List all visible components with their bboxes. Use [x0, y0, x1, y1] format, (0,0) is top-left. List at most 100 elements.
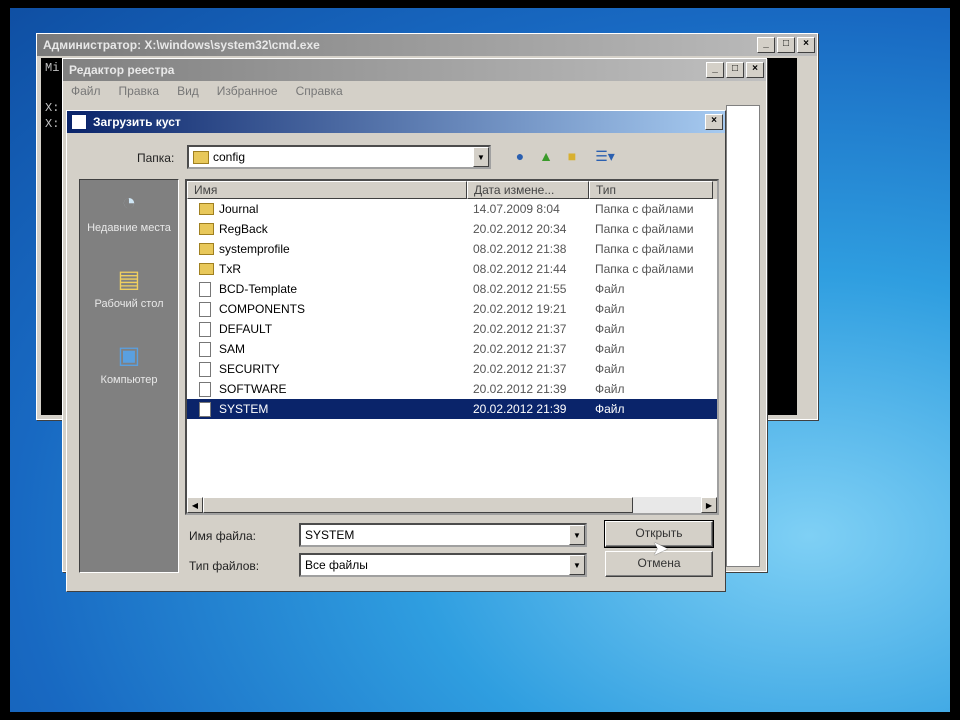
close-icon[interactable]: ×	[705, 114, 723, 130]
place-computer[interactable]: ▣ Компьютер	[80, 340, 178, 387]
filename-value: SYSTEM	[305, 528, 355, 542]
file-type: Папка с файлами	[595, 262, 694, 276]
column-name[interactable]: Имя	[187, 181, 467, 199]
file-name-cell: systemprofile	[187, 242, 467, 256]
up-folder-icon[interactable]: ▲	[536, 147, 556, 165]
chevron-down-icon[interactable]: ▼	[569, 555, 585, 575]
cmd-title: Администратор: X:\windows\system32\cmd.e…	[43, 38, 320, 52]
file-name-cell: RegBack	[187, 222, 467, 236]
minimize-icon[interactable]: _	[706, 62, 724, 78]
file-row[interactable]: SAM 20.02.2012 21:37 Файл	[187, 339, 717, 359]
file-name: TxR	[219, 262, 241, 276]
horizontal-scrollbar[interactable]: ◀ ▶	[187, 497, 717, 513]
file-name-cell: TxR	[187, 262, 467, 276]
maximize-icon[interactable]: □	[726, 62, 744, 78]
file-name: systemprofile	[219, 242, 290, 256]
folder-icon	[199, 263, 214, 275]
scroll-left-icon[interactable]: ◀	[187, 497, 203, 513]
file-icon	[199, 281, 211, 297]
cmd-titlebar[interactable]: Администратор: X:\windows\system32\cmd.e…	[37, 34, 817, 56]
scroll-right-icon[interactable]: ▶	[701, 497, 717, 513]
new-folder-icon[interactable]: ■	[562, 147, 582, 165]
file-row[interactable]: Journal 14.07.2009 8:04 Папка с файлами	[187, 199, 717, 219]
file-date: 08.02.2012 21:38	[473, 242, 567, 256]
places-bar: ◔ Недавние места ▤ Рабочий стол ▣ Компью…	[79, 179, 179, 573]
close-icon[interactable]: ×	[797, 37, 815, 53]
file-row[interactable]: COMPONENTS 20.02.2012 19:21 Файл	[187, 299, 717, 319]
load-hive-dialog[interactable]: Загрузить куст × Папка: config ▼ ● ▲ ■ ☰…	[66, 110, 726, 592]
file-name-cell: SOFTWARE	[187, 381, 467, 397]
maximize-icon[interactable]: □	[777, 37, 795, 53]
file-list-header: Имя Дата измене... Тип	[187, 181, 717, 199]
mouse-cursor-icon: ➤	[652, 538, 669, 560]
place-label: Недавние места	[87, 222, 171, 234]
file-rows: Journal 14.07.2009 8:04 Папка с файлами Reg…	[187, 199, 717, 419]
dialog-title: Загрузить куст	[93, 115, 181, 129]
lookin-label: Папка:	[137, 151, 175, 165]
file-type: Файл	[595, 282, 625, 296]
filetype-select[interactable]: Все файлы ▼	[299, 553, 587, 577]
file-date: 20.02.2012 19:21	[473, 302, 567, 316]
folder-icon	[199, 243, 214, 255]
file-row[interactable]: SOFTWARE 20.02.2012 21:39 Файл	[187, 379, 717, 399]
dialog-app-icon	[71, 114, 87, 130]
file-row[interactable]: BCD-Template 08.02.2012 21:55 Файл	[187, 279, 717, 299]
close-icon[interactable]: ×	[746, 62, 764, 78]
menu-favorites[interactable]: Избранное	[217, 84, 278, 98]
file-date: 20.02.2012 21:37	[473, 322, 567, 336]
file-name: SYSTEM	[219, 402, 269, 416]
filename-input[interactable]: SYSTEM ▼	[299, 523, 587, 547]
file-date: 20.02.2012 21:37	[473, 342, 567, 356]
file-name: SAM	[219, 342, 246, 356]
place-desktop[interactable]: ▤ Рабочий стол	[80, 264, 178, 311]
minimize-icon[interactable]: _	[757, 37, 775, 53]
file-name: RegBack	[219, 222, 268, 236]
cmd-scrollbar[interactable]	[797, 58, 813, 415]
lookin-combobox[interactable]: config ▼	[187, 145, 491, 169]
file-row[interactable]: DEFAULT 20.02.2012 21:37 Файл	[187, 319, 717, 339]
view-menu-icon[interactable]: ☰▾	[591, 147, 619, 165]
file-name-cell: SAM	[187, 341, 467, 357]
file-icon	[199, 381, 211, 397]
folder-icon	[193, 150, 209, 164]
computer-icon: ▣	[117, 341, 141, 369]
file-name-cell: SECURITY	[187, 361, 467, 377]
regedit-titlebar[interactable]: Редактор реестра _ □ ×	[63, 59, 766, 81]
file-row[interactable]: TxR 08.02.2012 21:44 Папка с файлами	[187, 259, 717, 279]
menu-view[interactable]: Вид	[177, 84, 199, 98]
file-icon	[199, 301, 211, 317]
file-name-cell: COMPONENTS	[187, 301, 467, 317]
file-type: Папка с файлами	[595, 202, 694, 216]
place-recent[interactable]: ◔ Недавние места	[80, 188, 178, 234]
menu-file[interactable]: Файл	[71, 84, 101, 98]
back-icon[interactable]: ●	[510, 147, 530, 165]
desktop-icon: ▤	[117, 265, 141, 293]
menu-help[interactable]: Справка	[296, 84, 343, 98]
scroll-thumb[interactable]	[203, 497, 633, 513]
regedit-values-pane[interactable]	[726, 105, 760, 567]
file-name: BCD-Template	[219, 282, 298, 296]
file-name: COMPONENTS	[219, 302, 306, 316]
file-row[interactable]: SECURITY 20.02.2012 21:37 Файл	[187, 359, 717, 379]
dialog-titlebar[interactable]: Загрузить куст ×	[67, 111, 725, 133]
file-list[interactable]: Имя Дата измене... Тип Journal 14.07.2009…	[185, 179, 719, 515]
file-date: 20.02.2012 20:34	[473, 222, 567, 236]
file-date: 20.02.2012 21:39	[473, 382, 567, 396]
file-icon	[199, 401, 211, 417]
chevron-down-icon[interactable]: ▼	[473, 147, 489, 167]
file-row[interactable]: systemprofile 08.02.2012 21:38 Папка с фай…	[187, 239, 717, 259]
menu-edit[interactable]: Правка	[119, 84, 160, 98]
regedit-title: Редактор реестра	[69, 63, 175, 77]
file-name: Journal	[219, 202, 259, 216]
file-type: Файл	[595, 362, 625, 376]
file-type: Файл	[595, 382, 625, 396]
chevron-down-icon[interactable]: ▼	[569, 525, 585, 545]
file-date: 08.02.2012 21:55	[473, 282, 567, 296]
column-date[interactable]: Дата измене...	[467, 181, 589, 199]
folder-icon	[199, 223, 214, 235]
file-type: Папка с файлами	[595, 222, 694, 236]
column-type[interactable]: Тип	[589, 181, 713, 199]
file-name-cell: Journal	[187, 202, 467, 216]
file-row[interactable]: RegBack 20.02.2012 20:34 Папка с файлами	[187, 219, 717, 239]
file-row[interactable]: SYSTEM 20.02.2012 21:39 Файл	[187, 399, 717, 419]
